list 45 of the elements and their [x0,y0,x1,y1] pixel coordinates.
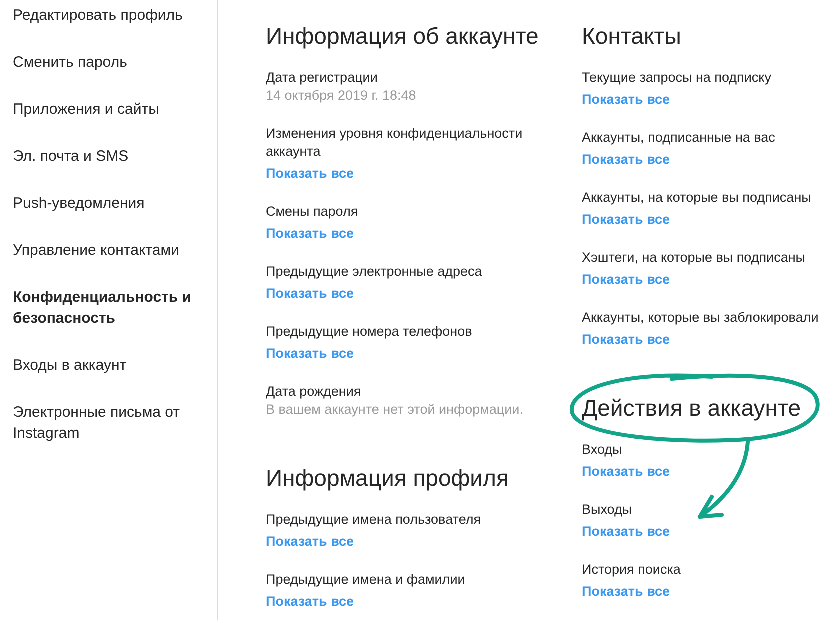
show-all-link[interactable]: Показать все [582,331,670,349]
sidebar-item[interactable]: Эл. почта и SMS [0,141,217,188]
show-all-link[interactable]: Показать все [266,225,354,243]
show-all-link[interactable]: Показать все [582,463,670,481]
sidebar-item[interactable]: Редактировать профиль [0,0,217,47]
item-label: Выходы [582,501,634,519]
section-heading: Информация об аккаунте [266,22,539,50]
item-label: Аккаунты, которые вы заблокировали [582,309,819,327]
item-label: Изменения уровня конфиденциальности аккаунта [266,125,524,161]
sidebar-item[interactable]: Конфиденциальность и безопасность [0,282,217,350]
item-label: Аккаунты, подписанные на вас [582,129,776,147]
item-label: Предыдущие номера телефонов [266,323,474,341]
sidebar-item[interactable]: Управление контактами [0,235,217,282]
section-heading: Действия в аккаунте [582,394,801,422]
section-heading: Контакты [582,22,682,50]
item-label: Хэштеги, на которые вы подписаны [582,249,807,267]
show-all-link[interactable]: Показать все [582,91,670,109]
sidebar-item[interactable]: Входы в аккаунт [0,350,217,397]
show-all-link[interactable]: Показать все [266,165,354,183]
sidebar-item[interactable]: Приложения и сайты [0,94,217,141]
section-heading: Информация профиля [266,464,509,492]
show-all-link[interactable]: Показать все [266,285,354,303]
show-all-link[interactable]: Показать все [266,533,354,551]
item-label: Смены пароля [266,203,360,221]
item-value: 14 октября 2019 г. 18:48 [266,87,418,105]
sidebar-item[interactable]: Электронные письма от Instagram [0,397,217,465]
show-all-link[interactable]: Показать все [266,593,354,611]
sidebar-item[interactable]: Push-уведомления [0,188,217,235]
show-all-link[interactable]: Показать все [582,211,670,229]
sidebar-item[interactable]: Сменить пароль [0,47,217,94]
item-label: Дата регистрации [266,69,379,87]
item-label: Предыдущие электронные адреса [266,263,484,281]
item-label: Входы [582,441,624,459]
show-all-link[interactable]: Показать все [582,151,670,169]
item-label: Предыдущие имена и фамилии [266,571,466,589]
item-label: Дата рождения [266,383,362,401]
item-label: Текущие запросы на подписку [582,69,772,87]
item-label: История поиска [582,561,682,579]
item-label: Предыдущие имена пользователя [266,511,482,529]
show-all-link[interactable]: Показать все [582,583,670,601]
show-all-link[interactable]: Показать все [582,271,670,289]
item-value: В вашем аккаунте нет этой информации. [266,401,524,419]
show-all-link[interactable]: Показать все [582,523,670,541]
show-all-link[interactable]: Показать все [266,345,354,363]
item-label: Аккаунты, на которые вы подписаны [582,189,812,207]
